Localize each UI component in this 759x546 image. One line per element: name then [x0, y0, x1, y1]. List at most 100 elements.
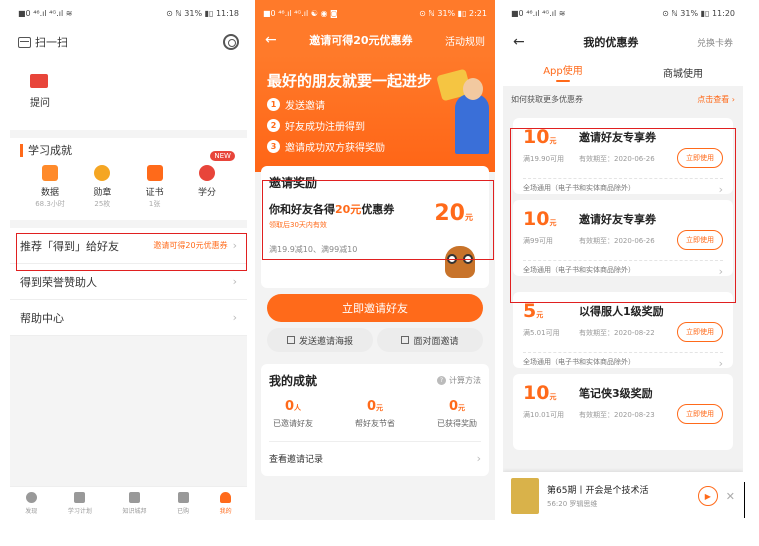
mini-player[interactable]: 第65期丨开会是个技术活 56:20 罗辑思维 ▶ ✕: [503, 472, 743, 520]
achievement-name: 证书: [145, 188, 164, 198]
image-icon: [286, 336, 295, 344]
rules-link[interactable]: 活动规则: [445, 33, 485, 48]
question-icon: ?: [437, 376, 446, 385]
book-icon: [128, 492, 140, 503]
purchased-icon: [177, 492, 189, 503]
person-illustration: [455, 94, 489, 154]
coupon-min: 满10.01可用: [523, 411, 565, 419]
medal-icon: [94, 165, 111, 181]
achievement-certificate[interactable]: 证书 1张: [133, 165, 177, 209]
chevron-right-icon: ›: [476, 452, 481, 465]
screen-invite: ■0 ⁴⁶.ıl ⁴ᴳ.ıl ☯ ◉ ◙ ⊙ ℕ 31% ▮▯ 2:21 ← 邀…: [255, 0, 495, 520]
howto-row: 如何获取更多优惠券 点击查看 ›: [503, 86, 743, 112]
menu-help[interactable]: 帮助中心 ›: [10, 300, 247, 336]
step-item: 2 好友成功注册得到: [267, 118, 483, 133]
back-arrow-icon[interactable]: ←: [265, 32, 277, 48]
stat-saved: 0元 帮好友节省: [355, 399, 395, 428]
coupon-min: 满5.01可用: [523, 329, 560, 337]
compass-icon: [25, 492, 37, 503]
new-badge: NEW: [210, 151, 235, 161]
ask-question-button[interactable]: 提问: [10, 58, 247, 130]
bottom-tab-bar: 发现 学习计划 知识城邦 已购 我的: [10, 486, 247, 520]
nav-bar: ← 邀请可得20元优惠券 活动规则: [255, 26, 495, 54]
chevron-right-icon: ›: [718, 357, 723, 370]
status-right: ⊙ ℕ 31% ▮▯ 11:18: [166, 8, 239, 18]
achievement-sub: 1张: [148, 200, 161, 208]
achievement-credits[interactable]: NEW 学分: [185, 151, 235, 209]
achievement-name: 数据: [40, 188, 59, 198]
invite-records-link[interactable]: 查看邀请记录 ›: [269, 441, 481, 465]
howto-text: 如何获取更多优惠券: [511, 94, 583, 104]
invite-friends-button[interactable]: 立即邀请好友: [267, 294, 483, 322]
episode-title: 第65期丨开会是个技术活: [547, 486, 649, 496]
episode-subtitle: 56:20 罗辑思维: [547, 500, 598, 508]
status-left: ■0 ⁴⁶.ıl ⁴ᴳ.ıl ≋: [511, 8, 566, 18]
my-achievements-panel: 我的成就 ? 计算方法 0人 已邀请好友 0元 帮好友节省 0元 已获得奖励 查看邀请记…: [261, 364, 489, 476]
top-bar: 扫一扫: [10, 26, 247, 58]
status-right: ⊙ ℕ 31% ▮▯ 11:20: [662, 8, 735, 18]
status-right: ⊙ ℕ 31% ▮▯ 2:21: [419, 8, 487, 18]
coupon-name: 以得服人1级奖励: [579, 305, 664, 318]
menu-label: 得到荣誉赞助人: [20, 275, 97, 289]
tab-me[interactable]: 我的: [220, 492, 232, 515]
status-bar: ■0 ⁴⁶.ıl ⁴ᴳ.ıl ☯ ◉ ◙ ⊙ ℕ 31% ▮▯ 2:21: [255, 0, 495, 26]
page-title: 邀请可得20元优惠券: [309, 34, 413, 47]
calendar-icon: [42, 165, 58, 181]
plan-icon: [74, 492, 86, 503]
achievements-panel: 学习成就 数据 68.3小时 勋章 25枚 证书 1张 NEW 学分: [10, 138, 247, 220]
exchange-link[interactable]: 兑换卡券: [697, 36, 733, 49]
credits-icon: [198, 165, 215, 181]
page-title: 我的优惠券: [583, 36, 639, 49]
play-icon[interactable]: ▶: [697, 486, 718, 506]
person-icon: [220, 492, 232, 503]
coupon-card: 10元 笔记侠3级奖励 满10.01可用 有效期至：2020-08-23 立即使用: [513, 374, 733, 450]
calc-method-link[interactable]: ? 计算方法: [437, 375, 481, 386]
coupon-card: 5元 以得服人1级奖励 满5.01可用 有效期至：2020-08-22 立即使用 全…: [513, 292, 733, 370]
chevron-right-icon: ›: [232, 311, 237, 324]
tab-purchased[interactable]: 已购: [177, 492, 189, 515]
menu-label: 帮助中心: [20, 311, 64, 325]
tab-city[interactable]: 知识城邦: [122, 492, 146, 515]
face-invite-button[interactable]: 面对面邀请: [377, 328, 483, 352]
stats-title: 我的成就: [269, 374, 318, 388]
tab-mall-use[interactable]: 商城使用: [623, 58, 743, 86]
highlight-box: [510, 128, 736, 303]
view-link[interactable]: 点击查看 ›: [697, 94, 735, 105]
status-bar: ■0 ⁴⁶.ıl ⁴ᴳ.ıl ≋ ⊙ ℕ 31% ▮▯ 11:20: [503, 0, 743, 26]
ticket-icon: [30, 74, 48, 88]
scan-label: 扫一扫: [35, 36, 68, 49]
stat-earned: 0元 已获得奖励: [437, 399, 477, 428]
tab-plan[interactable]: 学习计划: [68, 492, 92, 515]
highlight-box: [262, 180, 494, 260]
achievement-medal[interactable]: 勋章 25枚: [80, 165, 124, 209]
status-left: ■0 ⁴⁶.ıl ⁴ᴳ.ıl ☯ ◉ ◙: [263, 8, 338, 18]
gear-icon[interactable]: [223, 34, 239, 50]
send-poster-button[interactable]: 发送邀请海报: [267, 328, 373, 352]
promo-banner: 最好的朋友就要一起进步 1 发送邀请 2 好友成功注册得到 3 邀请成功双方获得奖励: [255, 54, 495, 172]
use-now-button[interactable]: 立即使用: [677, 322, 723, 342]
use-now-button[interactable]: 立即使用: [677, 404, 723, 424]
coupon-tabs: App使用 商城使用: [503, 58, 743, 86]
status-bar: ■0 ⁴⁶.ıl ⁴ᴳ.ıl ≋ ⊙ ℕ 31% ▮▯ 11:18: [10, 0, 247, 26]
stat-invited: 0人 已邀请好友: [273, 399, 313, 428]
close-icon[interactable]: ✕: [726, 490, 735, 503]
highlight-box: [16, 233, 247, 271]
achievements-title: 学习成就: [20, 144, 237, 157]
tab-app-use[interactable]: App使用: [503, 58, 623, 86]
certificate-icon: [146, 165, 163, 181]
episode-thumbnail: [511, 478, 539, 514]
achievement-data[interactable]: 数据 68.3小时: [28, 165, 72, 209]
chevron-right-icon: ›: [232, 275, 237, 288]
back-arrow-icon[interactable]: ←: [513, 34, 525, 50]
status-left: ■0 ⁴⁶.ıl ⁴ᴳ.ıl ≋: [18, 8, 73, 18]
step-item: 3 邀请成功双方获得奖励: [267, 139, 483, 154]
tab-discover[interactable]: 发现: [25, 492, 37, 515]
nav-bar: ← 我的优惠券 兑换卡券: [503, 26, 743, 58]
coupon-name: 笔记侠3级奖励: [579, 387, 653, 400]
scan-button[interactable]: 扫一扫: [18, 34, 68, 50]
coupon-scope[interactable]: 全场通用（电子书和实体商品除外） ›: [523, 352, 723, 370]
achievement-name: 学分: [197, 188, 216, 198]
divider: [744, 482, 745, 518]
person-head-illustration: [463, 78, 483, 100]
ask-label: 提问: [30, 98, 50, 109]
